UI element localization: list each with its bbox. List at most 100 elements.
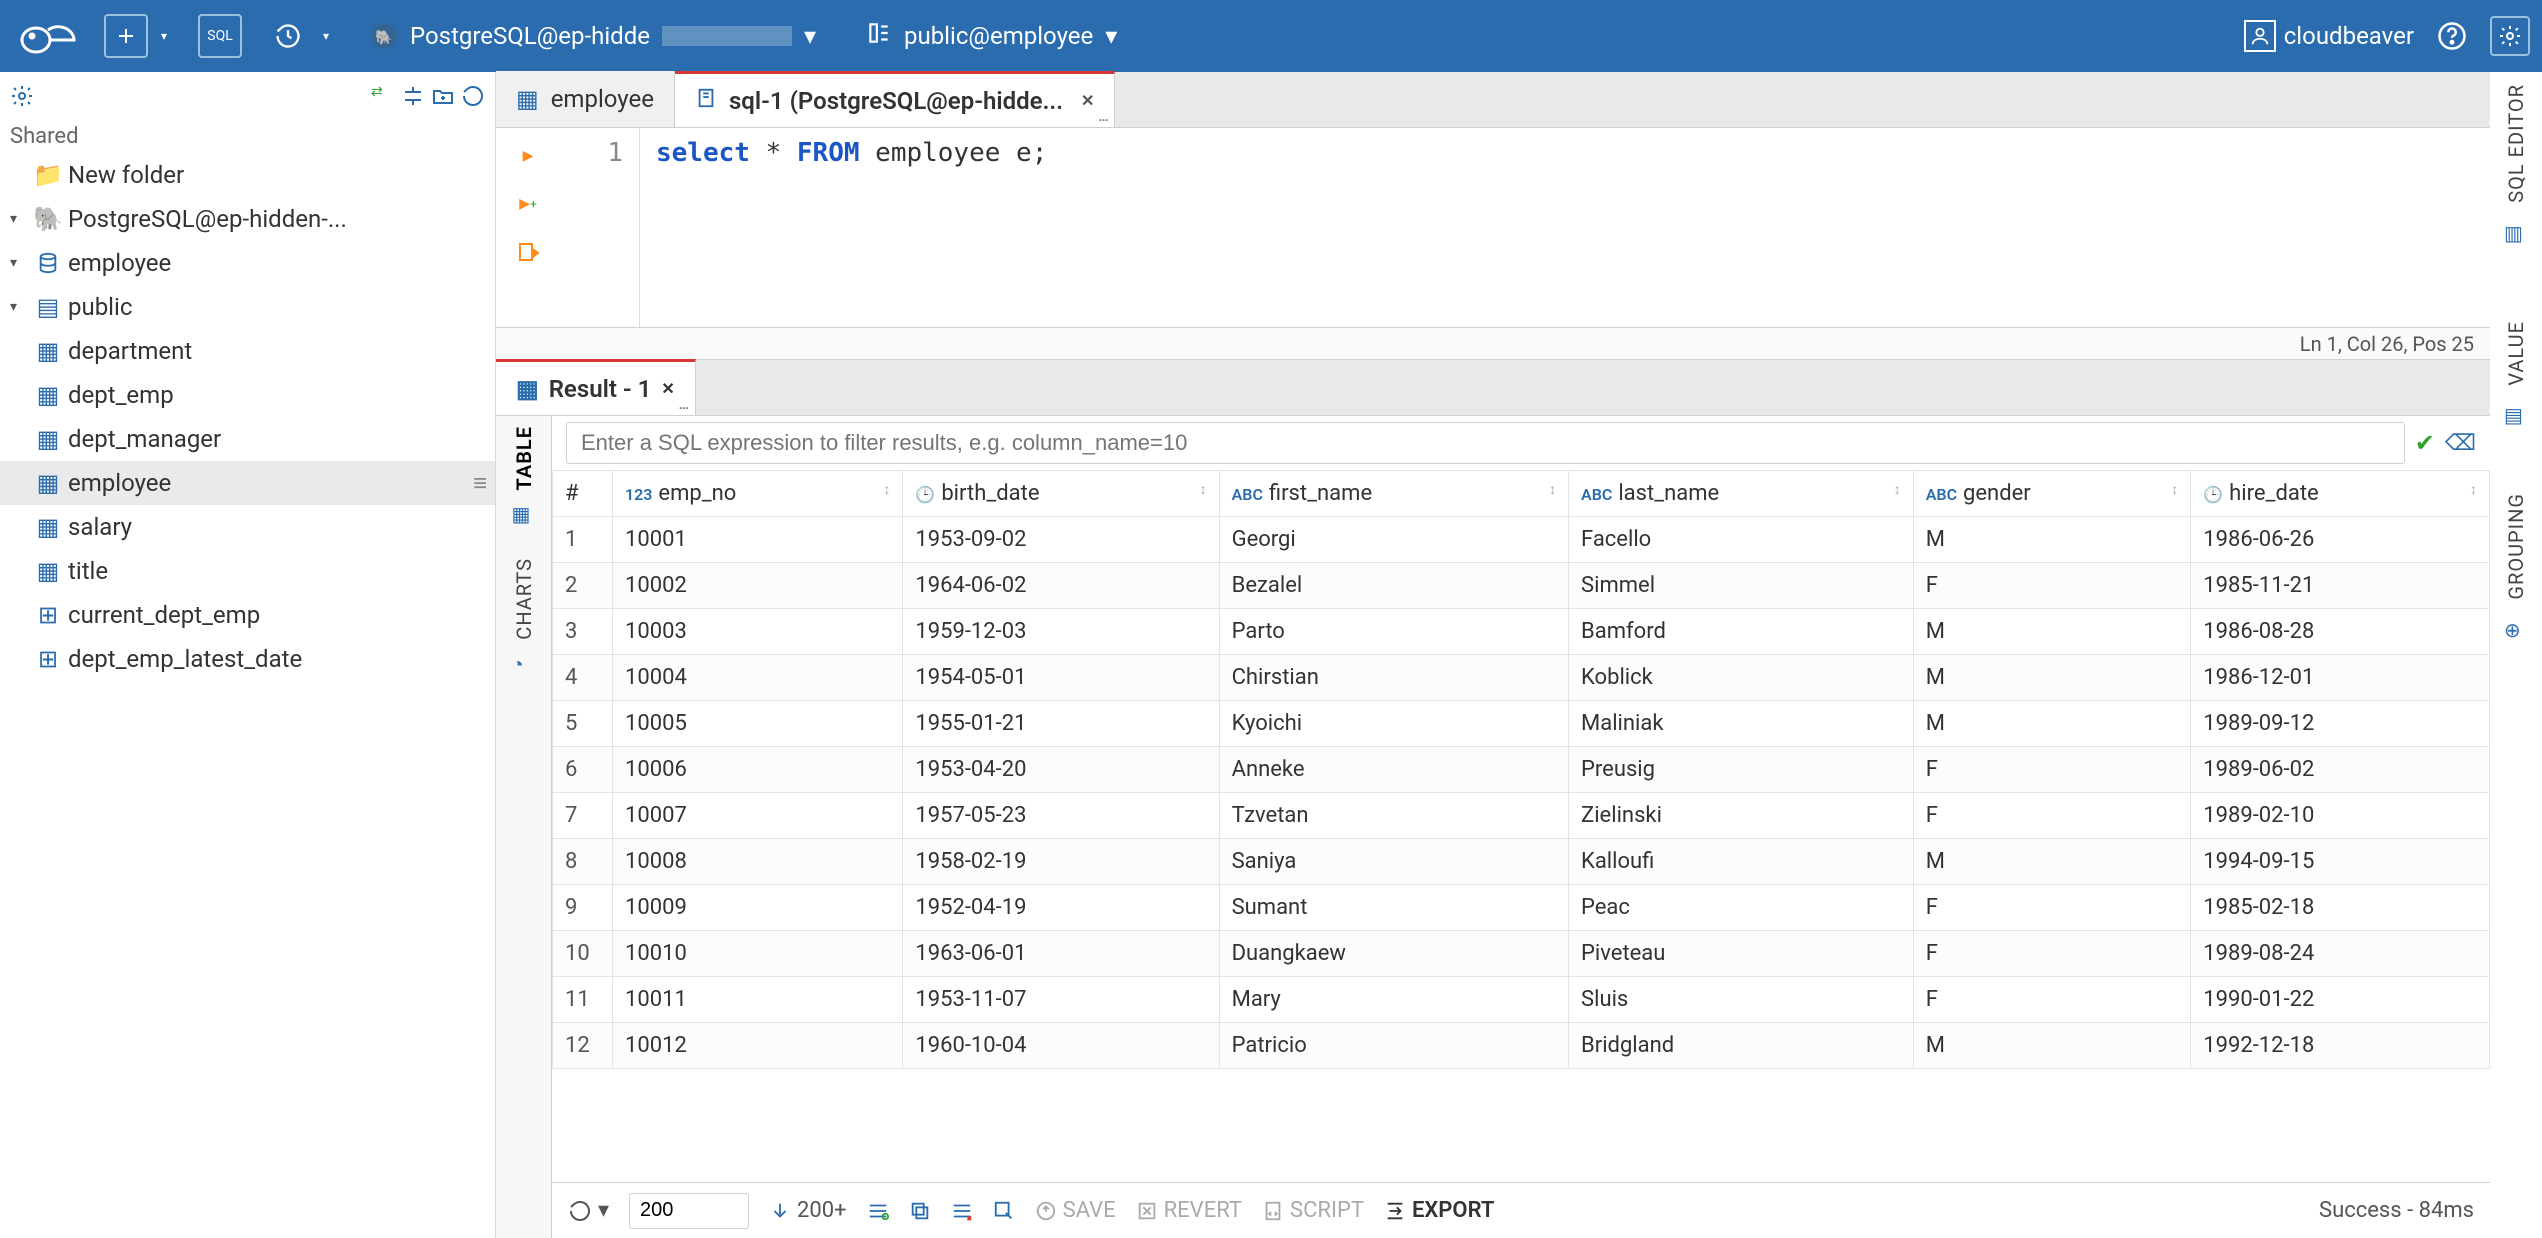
cell-last-name[interactable]: Bamford [1569,609,1914,655]
sort-icon[interactable]: ↕ [1894,481,1901,498]
sql-panel-icon[interactable]: ▥ [2504,221,2528,245]
col-gender[interactable]: ABCgender↕ [1913,471,2191,517]
cell-first-name[interactable]: Duangkaew [1219,931,1568,977]
cell-rownum[interactable]: 7 [553,793,613,839]
folder-plus-icon[interactable] [431,84,455,108]
cell-hire-date[interactable]: 1989-02-10 [2191,793,2490,839]
sort-icon[interactable]: ↕ [883,481,890,498]
run-script-icon[interactable] [514,238,542,266]
cell-emp-no[interactable]: 10009 [613,885,903,931]
cell-first-name[interactable]: Chirstian [1219,655,1568,701]
result-tab-1[interactable]: ▦ Result - 1 ✕ … [496,359,696,415]
col-last-name[interactable]: ABClast_name↕ [1569,471,1914,517]
value-panel-icon[interactable]: ▤ [2504,403,2528,427]
filter-input[interactable] [566,422,2405,464]
cell-rownum[interactable]: 10 [553,931,613,977]
col-emp-no[interactable]: 123emp_no↕ [613,471,903,517]
save-button[interactable]: SAVE [1035,1198,1116,1223]
table-row[interactable]: 3100031959-12-03PartoBamfordM1986-08-28 [553,609,2490,655]
cell-gender[interactable]: M [1913,609,2191,655]
nav-new-folder[interactable]: 📁 New folder [0,153,495,197]
cell-hire-date[interactable]: 1985-02-18 [2191,885,2490,931]
cell-birth-date[interactable]: 1957-05-23 [903,793,1219,839]
cell-birth-date[interactable]: 1953-11-07 [903,977,1219,1023]
help-button[interactable] [2432,16,2472,56]
cell-gender[interactable]: F [1913,885,2191,931]
app-logo[interactable] [12,12,84,60]
cell-birth-date[interactable]: 1955-01-21 [903,701,1219,747]
row-limit-input[interactable] [629,1193,749,1229]
cell-hire-date[interactable]: 1989-06-02 [2191,747,2490,793]
link-icon[interactable]: ⇄ [371,84,395,108]
gear-icon[interactable] [10,84,34,108]
panel-value[interactable]: VALUE [2504,321,2528,386]
cell-rownum[interactable]: 6 [553,747,613,793]
table-row[interactable]: 11100111953-11-07MarySluisF1990-01-22 [553,977,2490,1023]
chevron-down-icon[interactable]: ▾ [10,241,28,285]
cell-rownum[interactable]: 8 [553,839,613,885]
cell-rownum[interactable]: 2 [553,563,613,609]
cell-birth-date[interactable]: 1958-02-19 [903,839,1219,885]
table-row[interactable]: 1100011953-09-02GeorgiFacelloM1986-06-26 [553,517,2490,563]
connection-selector[interactable]: 🐘 PostgreSQL@ep-hidde ▾ [360,14,826,58]
cell-last-name[interactable]: Preusig [1569,747,1914,793]
cell-first-name[interactable]: Parto [1219,609,1568,655]
table-row[interactable]: 6100061953-04-20AnnekePreusigF1989-06-02 [553,747,2490,793]
cell-emp-no[interactable]: 10003 [613,609,903,655]
collapse-icon[interactable] [401,84,425,108]
result-grid[interactable]: # 123emp_no↕ 🕒birth_date↕ ABCfirst_name↕… [552,470,2490,1182]
cell-hire-date[interactable]: 1986-08-28 [2191,609,2490,655]
cell-emp-no[interactable]: 10007 [613,793,903,839]
tab-menu-icon[interactable]: … [679,397,689,413]
side-tab-table[interactable]: TABLE [512,426,536,490]
cell-birth-date[interactable]: 1954-05-01 [903,655,1219,701]
cell-first-name[interactable]: Tzvetan [1219,793,1568,839]
new-connection-dropdown[interactable]: ▾ [154,29,174,43]
nav-table-dept-manager[interactable]: ▦dept_manager [0,417,495,461]
sql-editor-button[interactable]: SQL [198,14,242,58]
nav-view-dept-emp-latest-date[interactable]: ⊞dept_emp_latest_date [0,637,495,681]
cell-gender[interactable]: M [1913,655,2191,701]
sort-icon[interactable]: ↕ [2470,481,2477,498]
cell-rownum[interactable]: 11 [553,977,613,1023]
cell-hire-date[interactable]: 1989-09-12 [2191,701,2490,747]
cell-emp-no[interactable]: 10011 [613,977,903,1023]
cell-first-name[interactable]: Mary [1219,977,1568,1023]
cell-hire-date[interactable]: 1989-08-24 [2191,931,2490,977]
cell-birth-date[interactable]: 1952-04-19 [903,885,1219,931]
settings-button[interactable] [2490,16,2530,56]
history-button[interactable] [266,14,310,58]
cell-gender[interactable]: F [1913,931,2191,977]
cell-first-name[interactable]: Bezalel [1219,563,1568,609]
export-button[interactable]: EXPORT [1384,1198,1494,1223]
cell-emp-no[interactable]: 10010 [613,931,903,977]
nav-table-employee[interactable]: ▦employee≡ [0,461,495,505]
cell-rownum[interactable]: 1 [553,517,613,563]
cell-emp-no[interactable]: 10002 [613,563,903,609]
col-birth-date[interactable]: 🕒birth_date↕ [903,471,1219,517]
refresh-button[interactable]: ▾ [568,1198,609,1223]
cell-first-name[interactable]: Georgi [1219,517,1568,563]
cell-last-name[interactable]: Koblick [1569,655,1914,701]
cell-first-name[interactable]: Anneke [1219,747,1568,793]
cell-last-name[interactable]: Zielinski [1569,793,1914,839]
cell-gender[interactable]: F [1913,793,2191,839]
cell-hire-date[interactable]: 1986-12-01 [2191,655,2490,701]
delete-row-button[interactable] [951,1200,973,1222]
table-row[interactable]: 9100091952-04-19SumantPeacF1985-02-18 [553,885,2490,931]
run-new-icon[interactable]: ▶+ [514,190,542,218]
fetch-more-button[interactable]: 200+ [769,1198,847,1223]
cell-gender[interactable]: M [1913,1023,2191,1069]
table-row[interactable]: 7100071957-05-23TzvetanZielinskiF1989-02… [553,793,2490,839]
cell-rownum[interactable]: 4 [553,655,613,701]
cell-birth-date[interactable]: 1953-04-20 [903,747,1219,793]
table-row[interactable]: 12100121960-10-04PatricioBridglandM1992-… [553,1023,2490,1069]
sql-code[interactable]: select * FROM employee e; [640,128,2490,327]
cell-gender[interactable]: M [1913,701,2191,747]
script-button[interactable]: SCRIPT [1262,1198,1364,1223]
chart-icon[interactable]: ◔ [512,652,536,676]
close-icon[interactable]: ✕ [661,379,674,398]
nav-table-title[interactable]: ▦title [0,549,495,593]
cell-gender[interactable]: M [1913,839,2191,885]
cell-last-name[interactable]: Bridgland [1569,1023,1914,1069]
